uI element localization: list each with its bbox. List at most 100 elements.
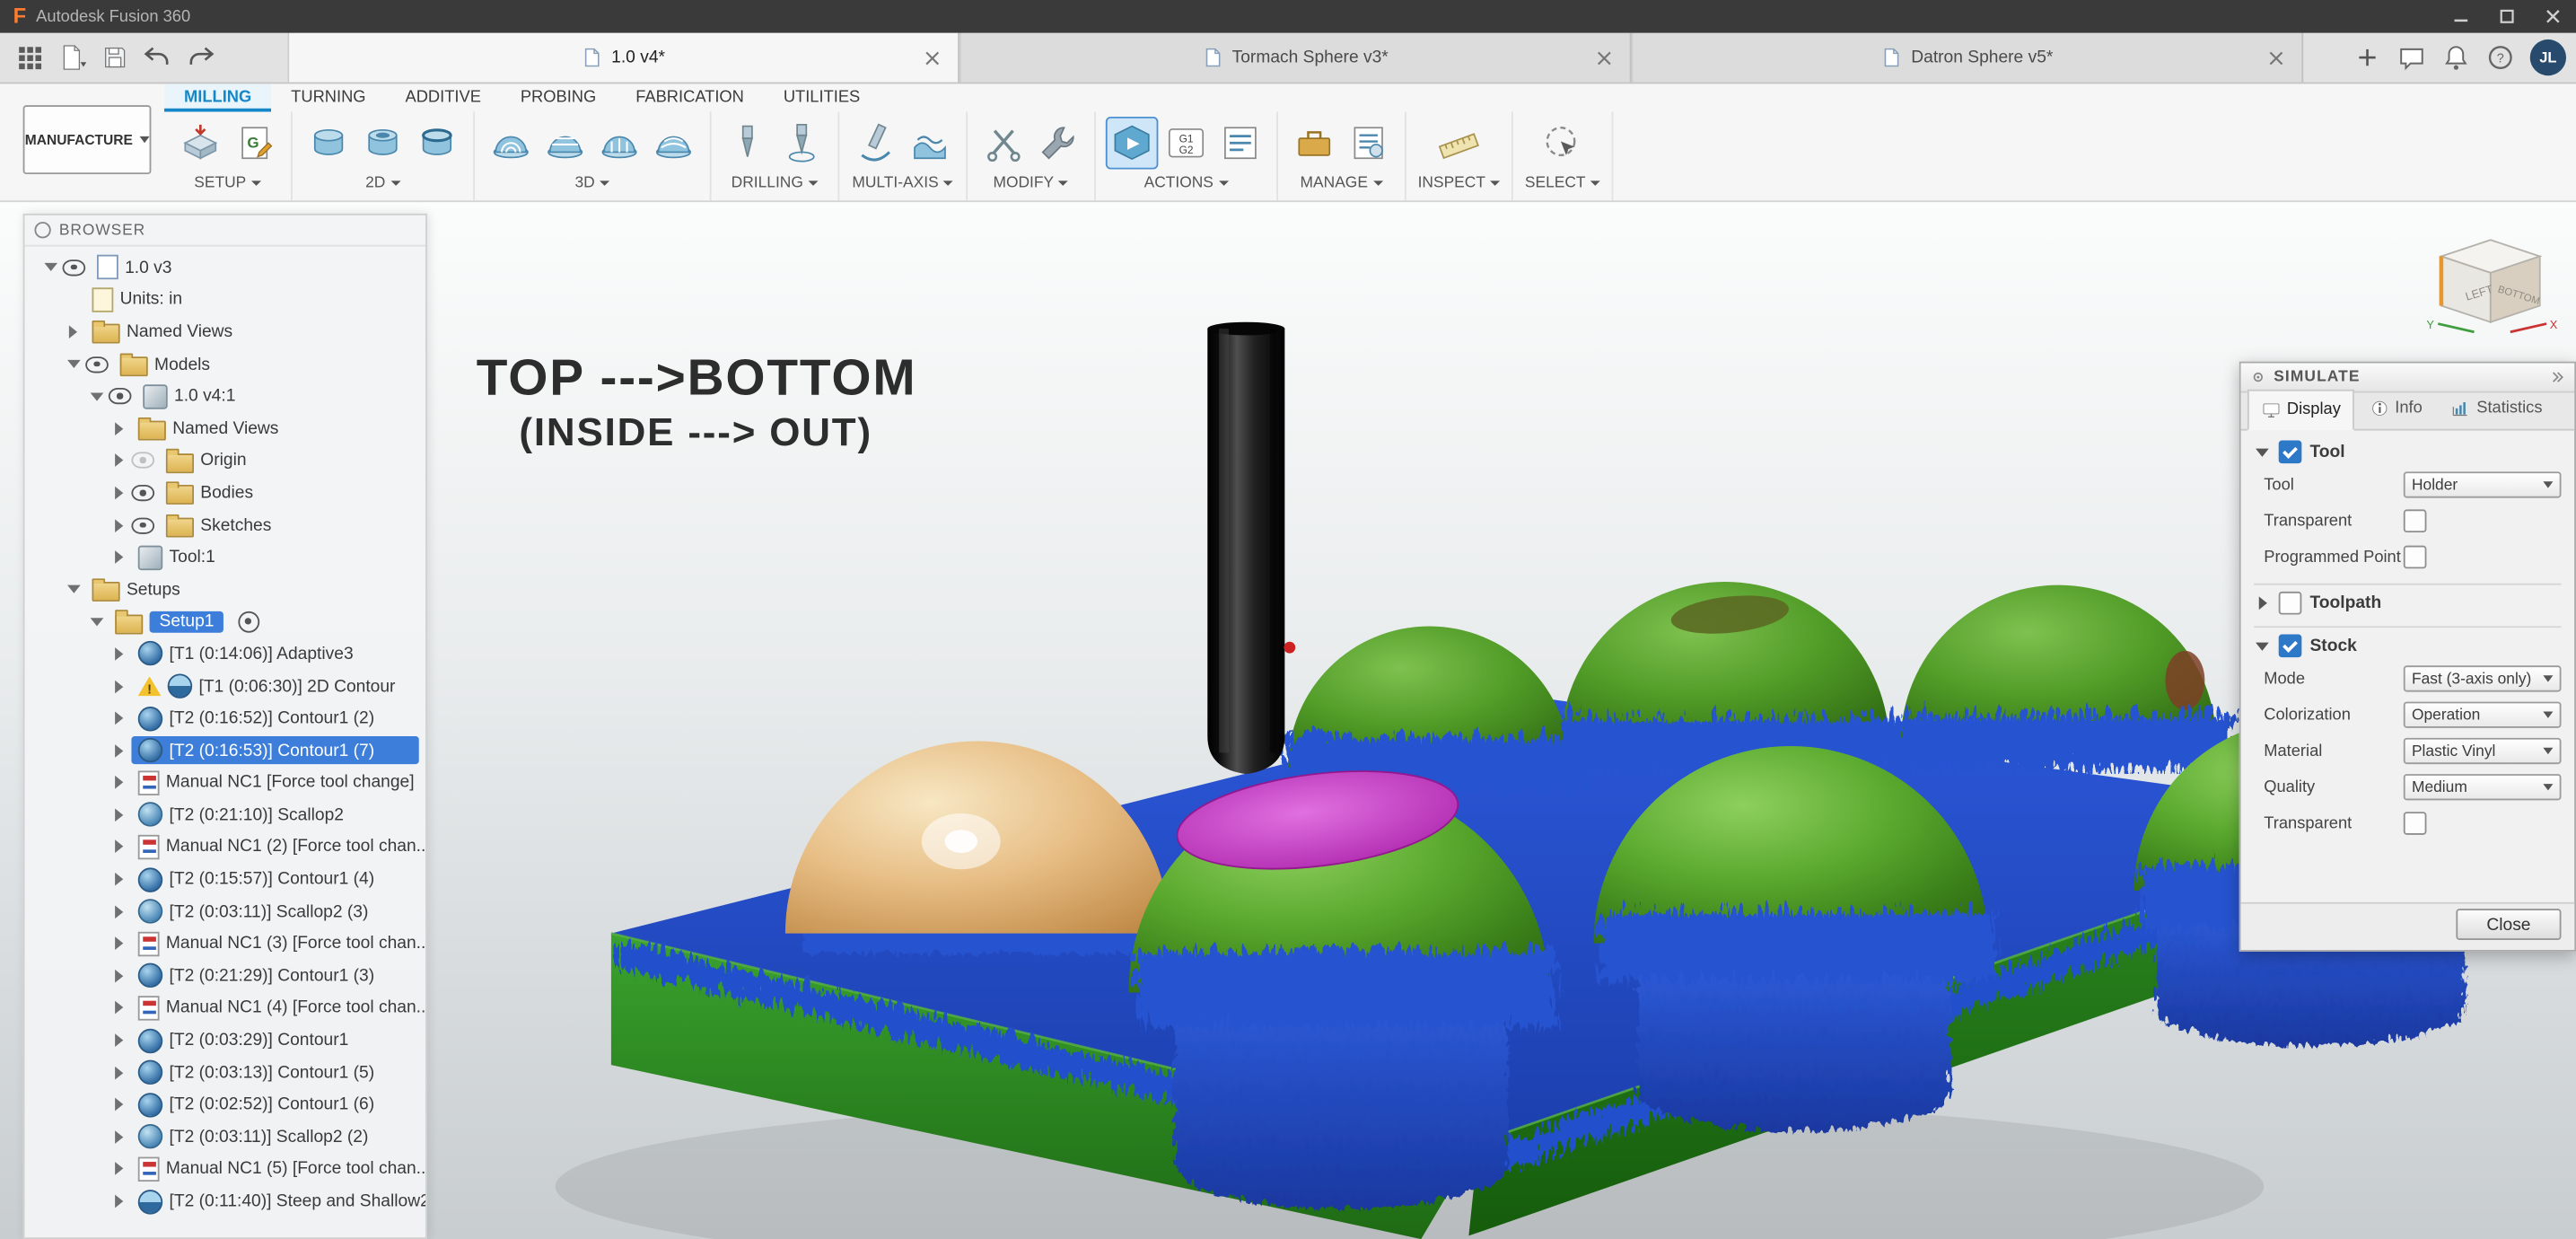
ribbon-tab-probing[interactable]: PROBING — [501, 83, 616, 112]
expand-icon[interactable] — [110, 677, 128, 695]
simulate-button[interactable] — [1108, 119, 1157, 168]
browser-row[interactable]: [T2 (0:03:11)] Scallop2 (3) — [24, 895, 425, 927]
save-button[interactable] — [95, 38, 135, 77]
expand-icon[interactable] — [110, 774, 128, 792]
undo-button[interactable] — [138, 38, 178, 77]
expand-icon[interactable] — [110, 870, 128, 888]
expand-icon[interactable] — [110, 1032, 128, 1050]
browser-row[interactable]: [T2 (0:15:57)] Contour1 (4) — [24, 863, 425, 895]
ribbon-tab-additive[interactable]: ADDITIVE — [386, 83, 501, 112]
section-header-stock[interactable]: Stock — [2254, 631, 2561, 661]
collapse-icon[interactable] — [64, 581, 82, 599]
swarf-button[interactable] — [851, 119, 900, 168]
expand-icon[interactable] — [110, 452, 128, 470]
cutting-tool[interactable] — [1207, 322, 1284, 774]
visibility-eye-icon[interactable] — [131, 485, 154, 501]
gcodes-button[interactable]: G1G2 — [1161, 119, 1211, 168]
collapse-icon[interactable] — [2254, 444, 2270, 460]
task-button[interactable] — [1344, 119, 1393, 168]
redo-button[interactable] — [180, 38, 220, 77]
browser-row[interactable]: 1.0 v4:1 — [24, 380, 425, 412]
browser-row[interactable]: Bodies — [24, 477, 425, 509]
expand-icon[interactable] — [110, 516, 128, 534]
visibility-eye-icon[interactable] — [131, 453, 154, 469]
chevron-down-icon[interactable] — [600, 180, 609, 185]
section-header-tool[interactable]: Tool — [2254, 437, 2561, 467]
colorization-select[interactable]: Operation — [2404, 702, 2562, 728]
notifications-button[interactable] — [2436, 38, 2475, 77]
browser-row[interactable]: Setup1 — [24, 606, 425, 638]
wrench-button[interactable] — [1033, 119, 1082, 168]
add-tab-button[interactable] — [2348, 38, 2388, 77]
browser-row[interactable]: 1.0 v3 — [24, 251, 425, 284]
expand-icon[interactable] — [110, 709, 128, 727]
browser-row[interactable]: Tool:1 — [24, 541, 425, 574]
quality-select[interactable]: Medium — [2404, 774, 2562, 800]
close-tab-icon[interactable] — [1593, 48, 1613, 67]
maximize-button[interactable] — [2484, 0, 2530, 33]
section-checkbox[interactable] — [2279, 635, 2302, 658]
simulate-tab-display[interactable]: Display — [2247, 390, 2354, 431]
viewcube[interactable]: LEFT BOTTOM Y X — [2425, 220, 2560, 341]
close-tab-icon[interactable] — [2265, 48, 2285, 67]
chevron-down-icon[interactable] — [1372, 180, 1382, 185]
browser-row[interactable]: [T2 (0:16:52)] Contour1 (2) — [24, 702, 425, 734]
doc-tab[interactable]: 1.0 v4* — [287, 33, 959, 83]
face-button[interactable] — [304, 119, 354, 168]
visibility-eye-icon[interactable] — [85, 356, 109, 372]
expand-icon[interactable] — [110, 1192, 128, 1210]
browser-row[interactable]: Setups — [24, 574, 425, 606]
expand-icon[interactable] — [110, 742, 128, 760]
expand-icon[interactable] — [110, 484, 128, 502]
select-button[interactable] — [1538, 119, 1588, 168]
measure-button[interactable] — [1434, 119, 1484, 168]
expand-icon[interactable] — [110, 838, 128, 856]
trim-button[interactable] — [979, 119, 1029, 168]
browser-row[interactable]: [T2 (0:03:13)] Contour1 (5) — [24, 1057, 425, 1089]
expand-icon[interactable] — [110, 1160, 128, 1178]
collapse-icon[interactable] — [87, 612, 105, 630]
machined-dome-back-mid[interactable] — [1551, 582, 1899, 766]
machined-dome-front-right[interactable] — [1593, 746, 1987, 1128]
visibility-eye-icon[interactable] — [109, 388, 132, 404]
machined-dome-back-left[interactable] — [1278, 626, 1581, 785]
chevron-down-icon[interactable] — [1218, 180, 1228, 185]
machined-dome-back-right[interactable] — [1891, 585, 2226, 763]
gcode-button[interactable]: G — [230, 119, 279, 168]
expand-icon[interactable] — [110, 902, 128, 920]
close-tab-icon[interactable] — [922, 48, 942, 67]
material-select[interactable]: Plastic Vinyl — [2404, 738, 2562, 764]
ribbon-tab-milling[interactable]: MILLING — [164, 83, 271, 112]
vinyl-dome[interactable] — [785, 741, 1170, 949]
chevron-down-icon[interactable] — [1590, 180, 1600, 185]
close-dialog-button[interactable]: Close — [2456, 909, 2561, 940]
expand-icon[interactable] — [110, 645, 128, 663]
collapse-icon[interactable] — [64, 356, 82, 373]
transparent-checkbox[interactable] — [2404, 509, 2427, 532]
browser-row[interactable]: [T2 (0:03:11)] Scallop2 (2) — [24, 1120, 425, 1153]
browser-row[interactable]: [T2 (0:21:29)] Contour1 (3) — [24, 960, 425, 992]
bore-button[interactable] — [777, 119, 827, 168]
browser-row[interactable]: Manual NC1 (2) [Force tool chan... — [24, 831, 425, 864]
parallel-button[interactable] — [595, 119, 644, 168]
browser-row[interactable]: [T2 (0:21:10)] Scallop2 — [24, 799, 425, 831]
browser-header[interactable]: BROWSER — [24, 215, 425, 247]
profile-avatar[interactable]: JL — [2530, 40, 2566, 75]
expand-icon[interactable] — [110, 1063, 128, 1081]
minimize-button[interactable] — [2438, 0, 2484, 33]
expand-icon[interactable] — [110, 806, 128, 824]
mode-select[interactable]: Fast (3-axis only) — [2404, 665, 2562, 691]
expand-icon[interactable] — [110, 967, 128, 985]
tool-select[interactable]: Holder — [2404, 471, 2562, 497]
chevron-down-icon[interactable] — [1490, 180, 1500, 185]
chevron-down-icon[interactable] — [943, 180, 953, 185]
doc-tab[interactable]: Tormach Sphere v3* — [959, 33, 1632, 83]
expand-icon[interactable] — [110, 1128, 128, 1146]
collapse-icon[interactable] — [41, 259, 59, 277]
expand-icon[interactable] — [2254, 595, 2270, 611]
app-grid-button[interactable] — [10, 38, 49, 77]
collapse-icon[interactable] — [87, 387, 105, 405]
expand-icon[interactable] — [64, 323, 82, 341]
browser-row[interactable]: [T1 (0:14:06)] Adaptive3 — [24, 637, 425, 670]
programmed-point-checkbox[interactable] — [2404, 546, 2427, 569]
